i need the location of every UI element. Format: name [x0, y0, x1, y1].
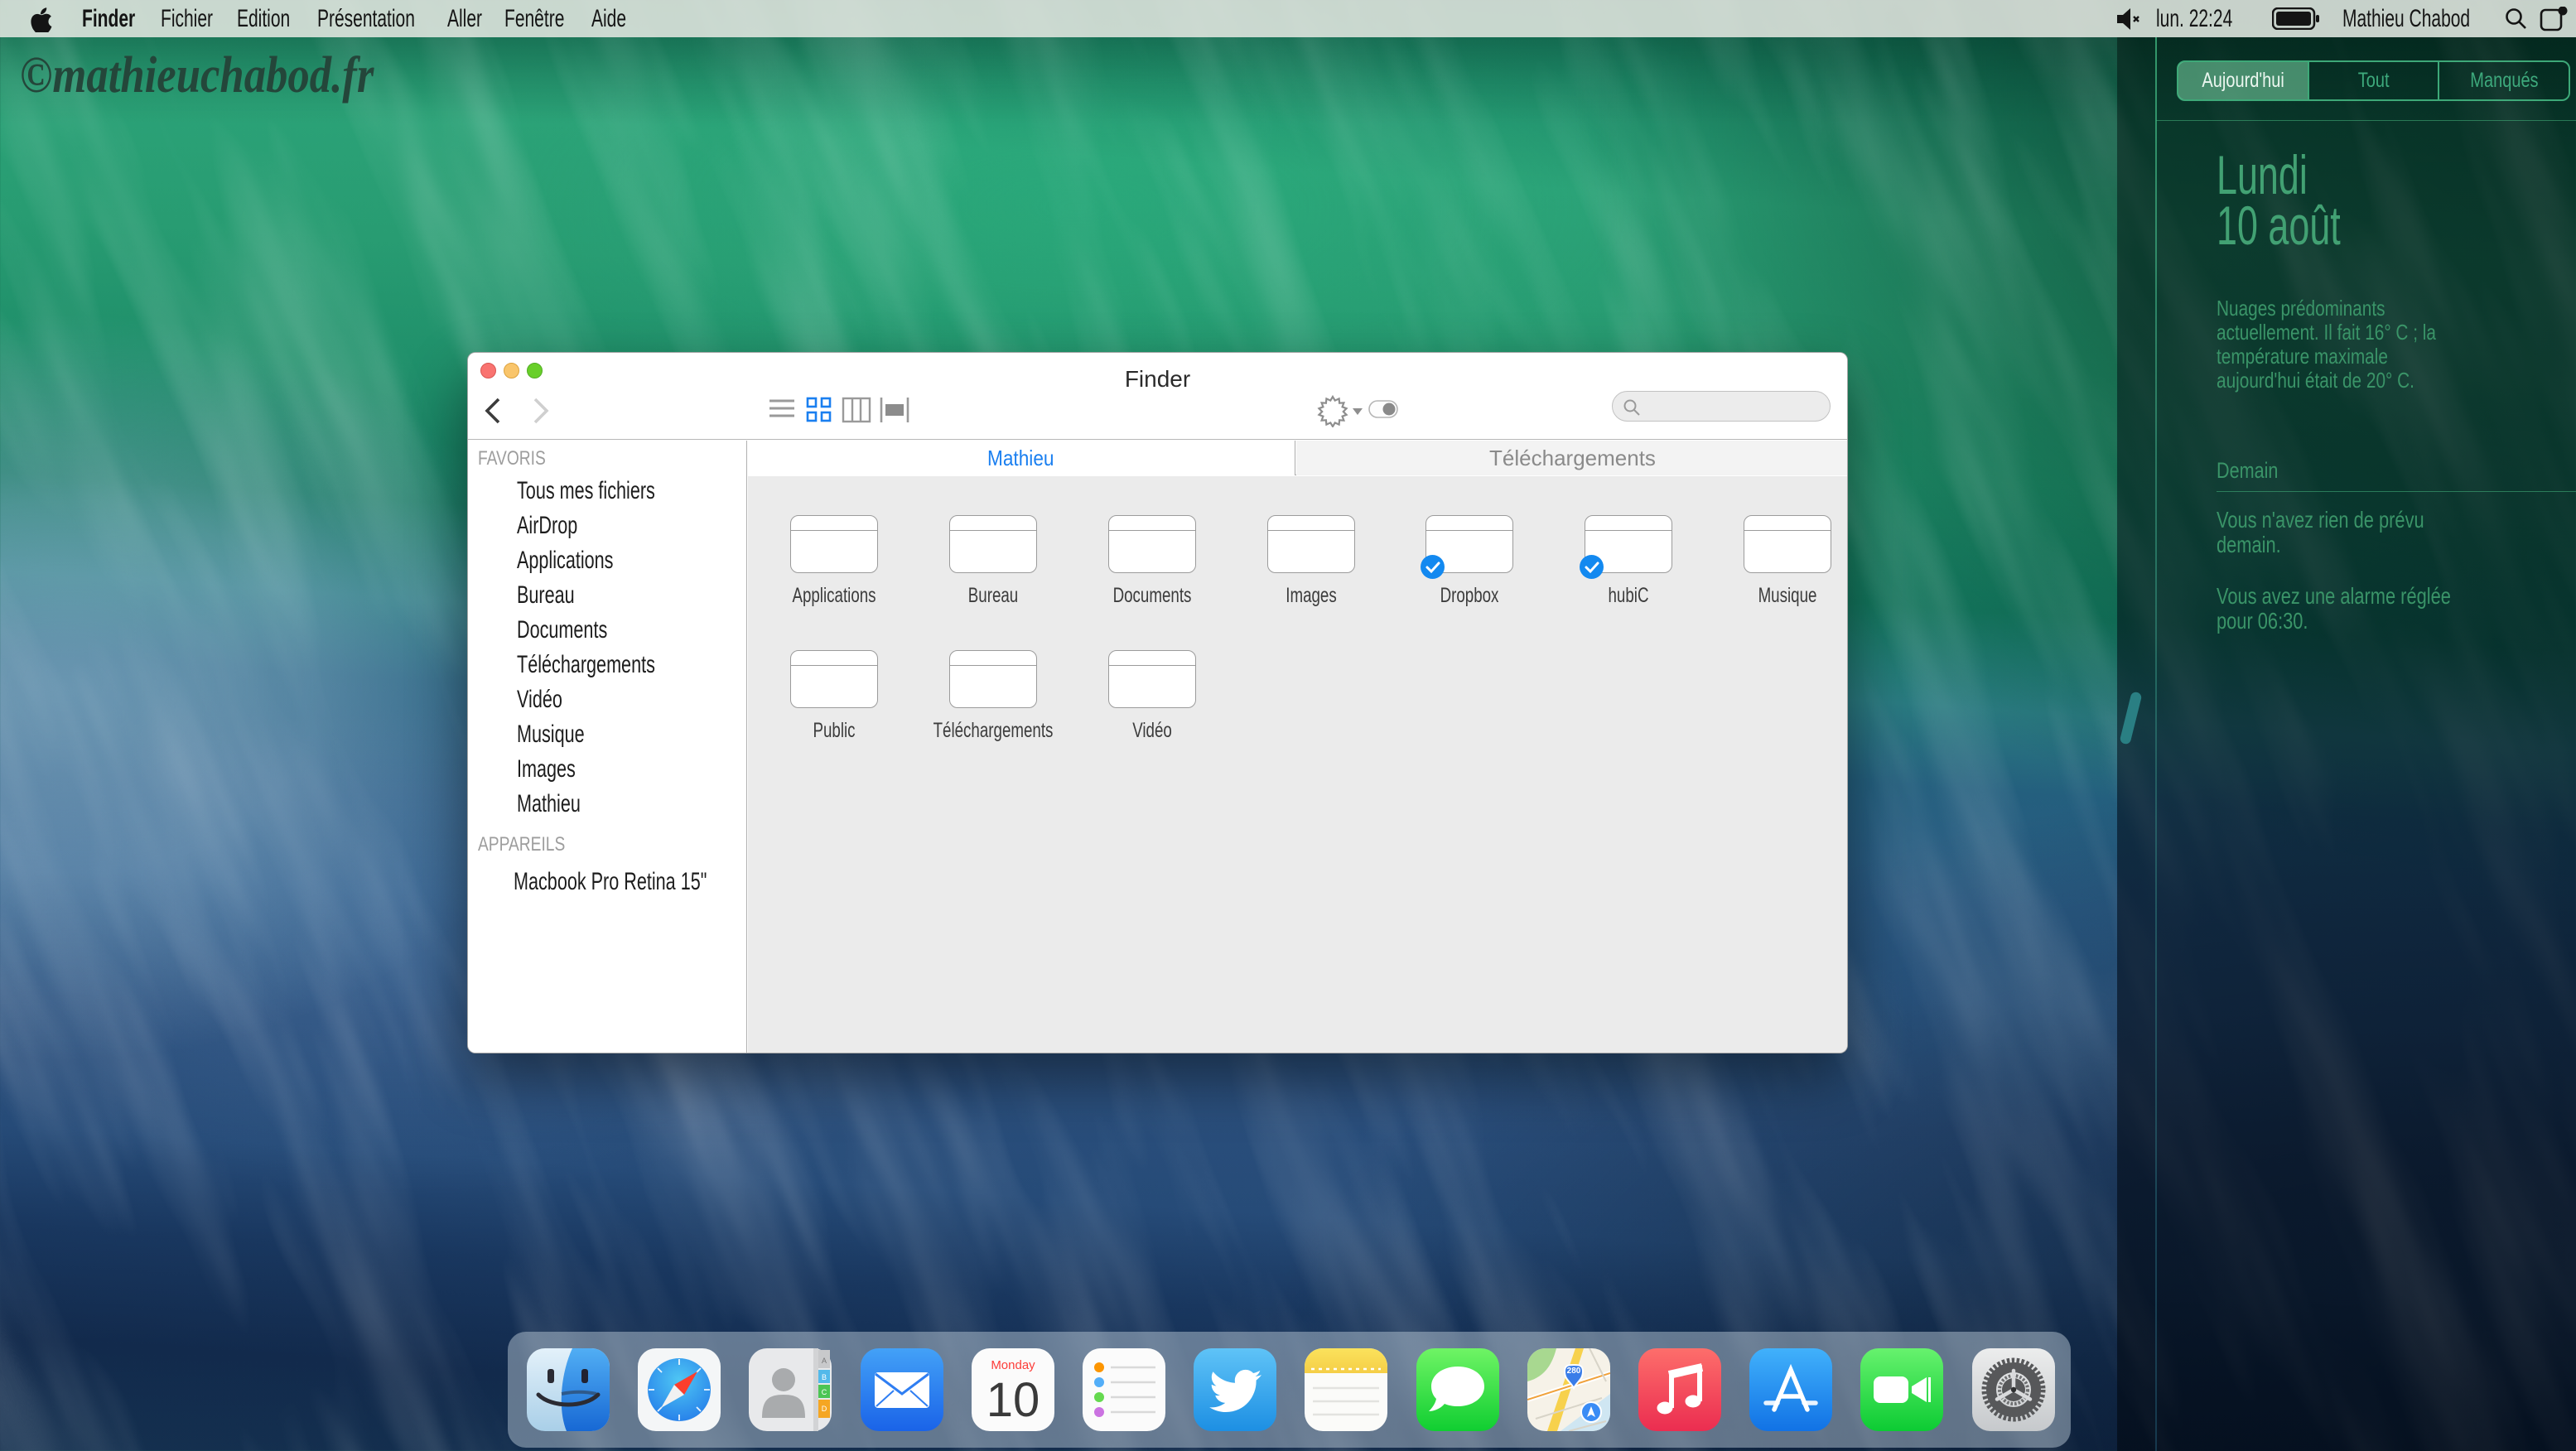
svg-text:B: B — [822, 1373, 827, 1381]
svg-text:A: A — [822, 1357, 827, 1365]
svg-text:C: C — [822, 1388, 827, 1396]
svg-text:10: 10 — [987, 1373, 1040, 1427]
svg-text:D: D — [822, 1405, 827, 1413]
svg-text:Monday: Monday — [991, 1358, 1035, 1372]
svg-text:280: 280 — [1567, 1367, 1581, 1376]
